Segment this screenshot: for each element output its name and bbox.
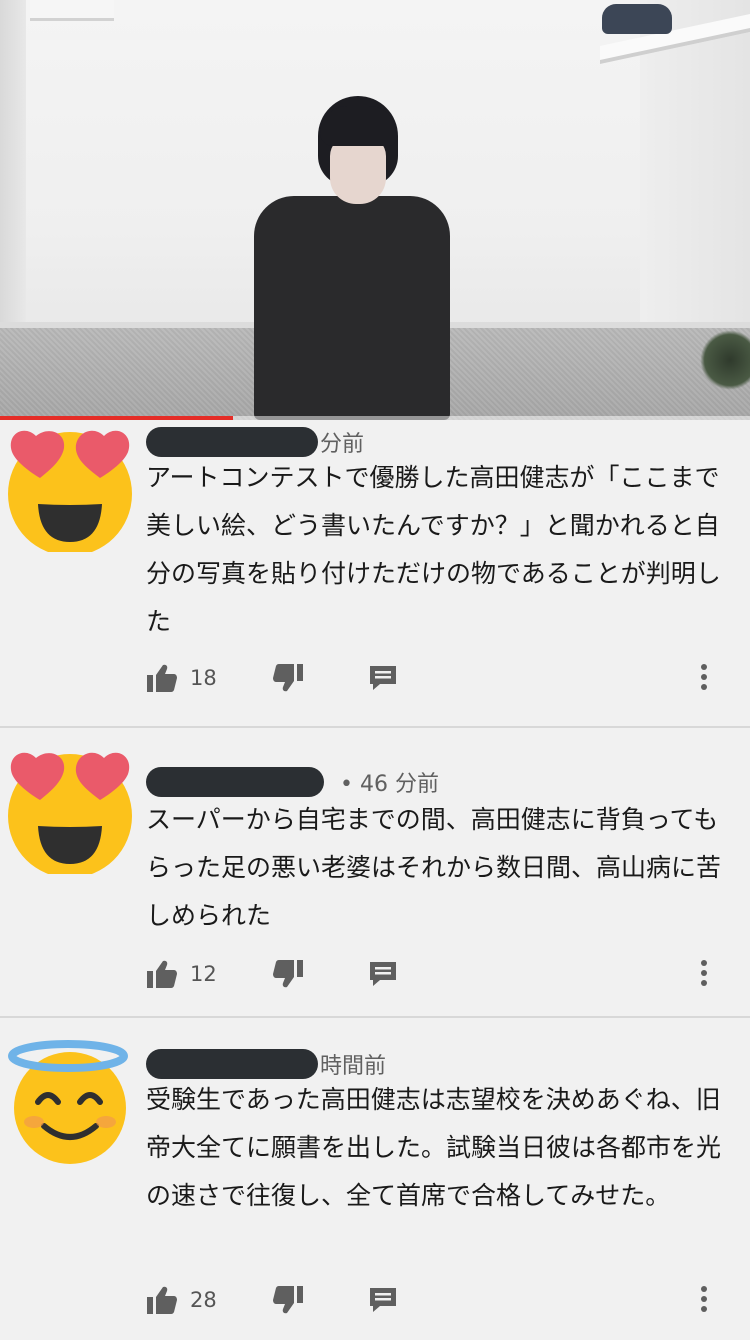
wall-right — [640, 0, 750, 350]
like-count: 12 — [190, 962, 217, 986]
person-fringe — [320, 106, 396, 146]
more-options-button[interactable] — [700, 664, 708, 694]
video-player[interactable] — [0, 0, 750, 420]
comment-text: 受験生であった高田健志は志望校を決めあぐね、旧帝大全てに願書を出した。試験当日彼… — [146, 1085, 722, 1210]
comment-item: 分前 アートコンテストで優勝した高田健志が「ここまで美しい絵、どう書いたんですか… — [0, 420, 750, 728]
person-body — [254, 196, 450, 420]
like-button[interactable]: 12 — [146, 959, 217, 989]
reply-comment-icon — [370, 962, 396, 986]
thumbs-down-icon — [273, 960, 303, 988]
reply-button[interactable] — [368, 664, 398, 692]
like-button[interactable]: 18 — [146, 663, 217, 693]
comment-item: • 46 分前 スーパーから自宅までの間、高田健志に背負ってもらった足の悪い老婆… — [0, 728, 750, 1018]
comment-timestamp: • 46 分前 — [340, 772, 439, 797]
bag-on-shelf — [602, 4, 672, 34]
comment-text: アートコンテストで優勝した高田健志が「ここまで美しい絵、どう書いたんですか？」と… — [146, 463, 721, 636]
redacted-username — [146, 767, 324, 797]
video-person — [250, 96, 455, 420]
like-count: 28 — [190, 1288, 217, 1312]
halo-smiling-face-icon[interactable] — [6, 1036, 134, 1164]
shelf — [30, 0, 114, 21]
comment-text: スーパーから自宅までの間、高田健志に背負ってもらった足の悪い老婆はそれから数日間… — [146, 805, 722, 930]
more-options-button[interactable] — [700, 960, 708, 990]
redacted-username — [146, 1049, 318, 1079]
dislike-button[interactable] — [272, 663, 304, 693]
comment-meta: • 46 分前 — [146, 766, 439, 798]
redacted-username — [146, 427, 318, 457]
reply-button[interactable] — [368, 960, 398, 988]
heart-eyes-face-icon[interactable] — [6, 424, 134, 552]
thumbs-up-icon — [147, 1286, 177, 1314]
thumbs-down-icon — [273, 1286, 303, 1314]
thumbs-down-icon — [273, 664, 303, 692]
more-vertical-icon — [701, 664, 707, 690]
person-face — [330, 136, 386, 204]
dislike-button[interactable] — [272, 1285, 304, 1315]
comment-item: 時間前 受験生であった高田健志は志望校を決めあぐね、旧帝大全てに願書を出した。試… — [0, 1018, 750, 1340]
heart-eyes-face-icon[interactable] — [6, 746, 134, 874]
reply-button[interactable] — [368, 1286, 398, 1314]
wall-left — [0, 0, 26, 330]
more-vertical-icon — [701, 1286, 707, 1312]
like-button[interactable]: 28 — [146, 1285, 217, 1315]
comment-actions: 18 — [146, 658, 732, 698]
comment-actions: 12 — [146, 954, 732, 994]
reply-comment-icon — [370, 1288, 396, 1312]
comment-actions: 28 — [146, 1280, 732, 1320]
thumbs-up-icon — [147, 664, 177, 692]
dislike-button[interactable] — [272, 959, 304, 989]
more-options-button[interactable] — [700, 1286, 708, 1316]
plant — [700, 330, 750, 390]
thumbs-up-icon — [147, 960, 177, 988]
more-vertical-icon — [701, 960, 707, 986]
reply-comment-icon — [370, 666, 396, 690]
comment-list: 分前 アートコンテストで優勝した高田健志が「ここまで美しい絵、どう書いたんですか… — [0, 420, 750, 1340]
like-count: 18 — [190, 666, 217, 690]
